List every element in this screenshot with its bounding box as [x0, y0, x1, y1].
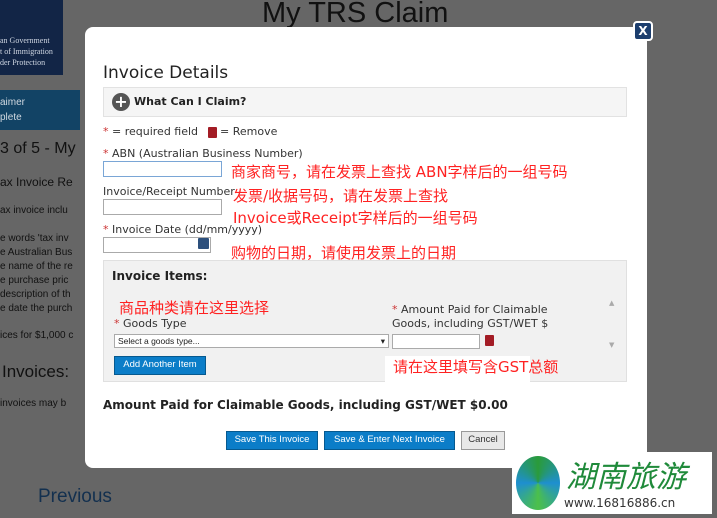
invoices-heading: Invoices: — [2, 362, 70, 381]
invoice-date-input[interactable] — [103, 237, 211, 253]
annotation-invoice-2: Invoice或Receipt字样后的一组号码 — [233, 209, 478, 227]
calendar-icon[interactable] — [198, 238, 209, 249]
watermark-logo-icon — [516, 456, 560, 510]
what-can-i-claim-toggle[interactable]: + What Can I Claim? — [103, 87, 627, 117]
abn-input[interactable] — [103, 161, 222, 177]
add-another-item-button[interactable]: Add Another Item — [114, 356, 206, 375]
close-button[interactable]: X — [633, 21, 653, 41]
app-title: My TRS Claim — [262, 0, 449, 29]
section-heading: ax Invoice Re — [0, 175, 73, 189]
previous-link[interactable]: Previous — [38, 486, 112, 508]
annotation-amount: 请在这里填写含GST总额 — [393, 358, 559, 376]
annotation-goods: 商品种类请在这里选择 — [119, 299, 270, 317]
total-amount: Amount Paid for Claimable Goods, includi… — [103, 398, 508, 412]
step-indicator: aimer plete — [0, 90, 80, 130]
invoice-number-input[interactable] — [103, 199, 222, 215]
watermark: 湖南旅游 www.16816886.cn — [512, 452, 712, 514]
trash-icon — [207, 126, 217, 138]
trash-icon[interactable] — [485, 335, 494, 346]
annotation-abn: 商家商号，请在发票上查找 ABN字样后的一组号码 — [231, 163, 568, 181]
step-heading: 3 of 5 - My — [0, 140, 76, 157]
scroll-down-icon[interactable]: ▼ — [609, 341, 614, 349]
government-logo: an Government t of Immigration der Prote… — [0, 0, 63, 75]
goods-type-select[interactable]: Select a goods type... ▾ — [114, 334, 389, 348]
annotation-invoice: 发票/收据号码，请在发票上查找 — [233, 187, 449, 205]
save-invoice-button[interactable]: Save This Invoice — [226, 431, 318, 450]
scroll-up-icon[interactable]: ▲ — [609, 299, 614, 307]
legend: * = required field = Remove — [103, 125, 278, 138]
save-next-invoice-button[interactable]: Save & Enter Next Invoice — [324, 431, 455, 450]
annotation-date: 购物的日期，请使用发票上的日期 — [231, 244, 457, 262]
plus-circle-icon: + — [112, 93, 130, 111]
dropdown-arrow-icon: ▾ — [380, 336, 385, 346]
amount-input[interactable] — [392, 334, 480, 349]
dialog-title: Invoice Details — [103, 63, 229, 83]
invoice-details-dialog: Invoice Details + What Can I Claim? * = … — [85, 27, 647, 468]
cancel-button[interactable]: Cancel — [461, 431, 505, 450]
